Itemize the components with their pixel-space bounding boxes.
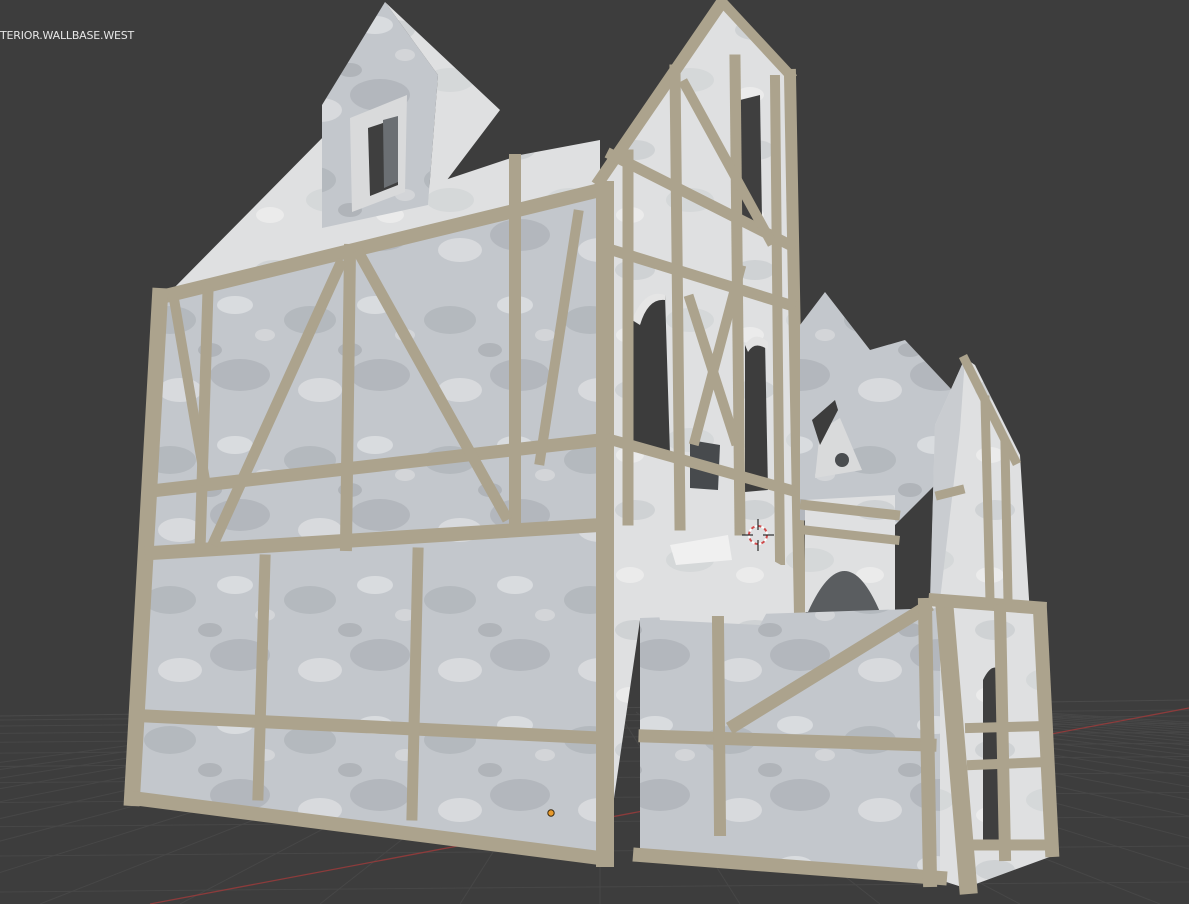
scene-canvas[interactable] — [0, 0, 1189, 904]
object-name-label: TERIOR.WALLBASE.WEST — [0, 29, 135, 42]
object-origin-icon[interactable] — [547, 809, 555, 817]
ruined-wing[interactable] — [800, 292, 952, 612]
3d-viewport[interactable]: TERIOR.WALLBASE.WEST — [0, 0, 1189, 904]
grid-line — [0, 881, 1189, 893]
